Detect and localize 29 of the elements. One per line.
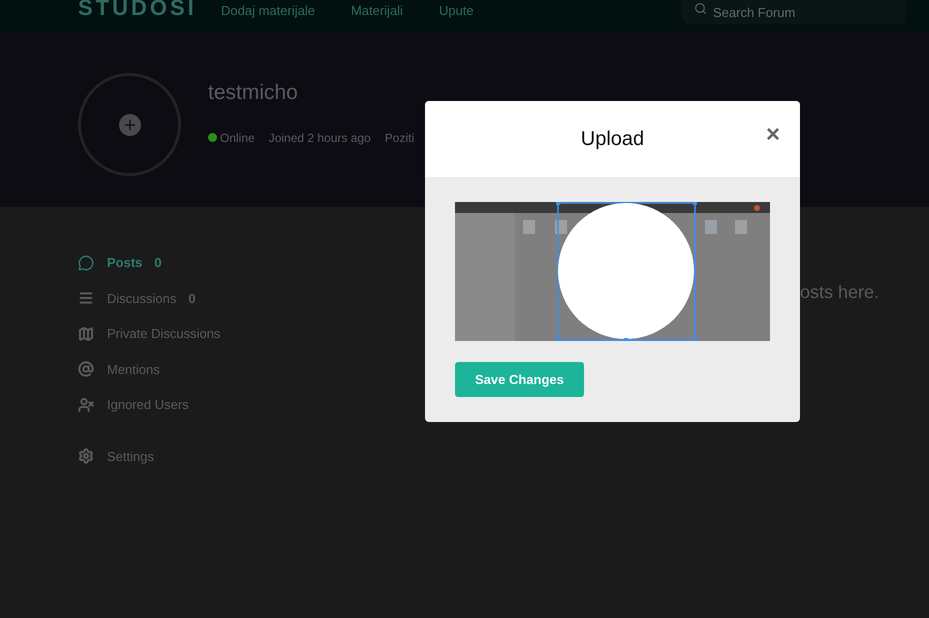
logo[interactable]: STUDOSI [78,0,221,18]
username: testmicho [208,80,299,106]
close-button[interactable]: × [766,117,780,153]
sidebar-item[interactable]: Settings [107,446,154,466]
add-photo-icon[interactable] [118,114,140,136]
gear-icon [78,448,94,464]
sidebar-item[interactable]: Posts [107,253,142,272]
at-sign-icon [78,361,94,378]
search-icon [694,2,707,15]
joined-text: Joined 2 hours ago [268,130,371,146]
sidebar-item[interactable]: Mentions [107,360,160,379]
count: 0 [154,254,162,272]
speech-bubble-icon [78,254,94,271]
sidebar-item[interactable]: Ignored Users [107,395,189,414]
map-icon [78,326,94,342]
list-icon [78,290,94,306]
save-button[interactable]: Save Changes [455,362,584,397]
empty-text: osts here. [800,281,880,304]
search-field[interactable]: Search Forum [682,0,906,24]
nav-link[interactable]: Upute [438,1,474,20]
count: 0 [188,290,196,308]
crossed-user-icon [78,396,94,413]
sidebar-item[interactable]: Private Discussions [107,324,220,344]
nav-link[interactable]: Dodaj materijale [221,1,315,20]
profile-text: Poziti [384,130,414,146]
status-text: Online [220,130,255,146]
modal-title: Upload [580,127,644,152]
nav-link[interactable]: Materijali [350,1,403,20]
sidebar-item[interactable]: Discussions [107,288,176,308]
